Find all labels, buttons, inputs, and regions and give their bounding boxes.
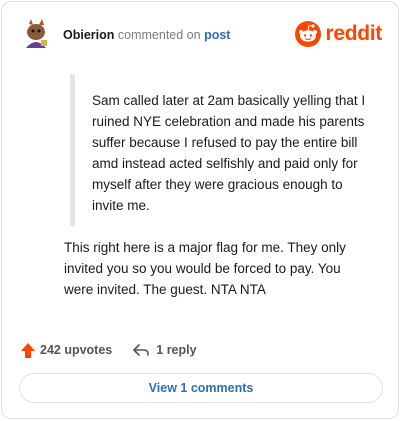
reply-count: 1 reply — [156, 343, 197, 357]
view-comments-button[interactable]: View 1 comments — [19, 373, 383, 403]
comment-action-text: commented on — [117, 28, 201, 42]
post-link[interactable]: post — [204, 28, 230, 42]
comment-body: This right here is a major flag for me. … — [64, 240, 346, 297]
reddit-brand: reddit — [295, 20, 382, 48]
comment-header: Obierion commented on post reddit — [20, 18, 382, 54]
reddit-snoo-icon — [295, 21, 322, 47]
reply-arrow-icon — [133, 344, 150, 356]
quoted-text: Sam called later at 2am basically yellin… — [92, 93, 366, 213]
reddit-wordmark: reddit — [325, 22, 382, 45]
reply-button[interactable]: 1 reply — [132, 343, 197, 357]
username-link[interactable]: Obierion — [63, 28, 114, 42]
avatar[interactable] — [20, 18, 52, 50]
upvote-count: 242 upvotes — [40, 343, 113, 357]
upvote-button[interactable]: 242 upvotes — [20, 342, 112, 359]
comment-actions: 242 upvotes 1 reply — [20, 340, 197, 360]
comment-card: Obierion commented on post reddit Sam ca… — [1, 1, 399, 419]
upvote-arrow-icon — [21, 342, 35, 358]
quoted-text-block: Sam called later at 2am basically yellin… — [70, 74, 374, 226]
comment-meta: Obierion commented on post — [63, 27, 230, 43]
